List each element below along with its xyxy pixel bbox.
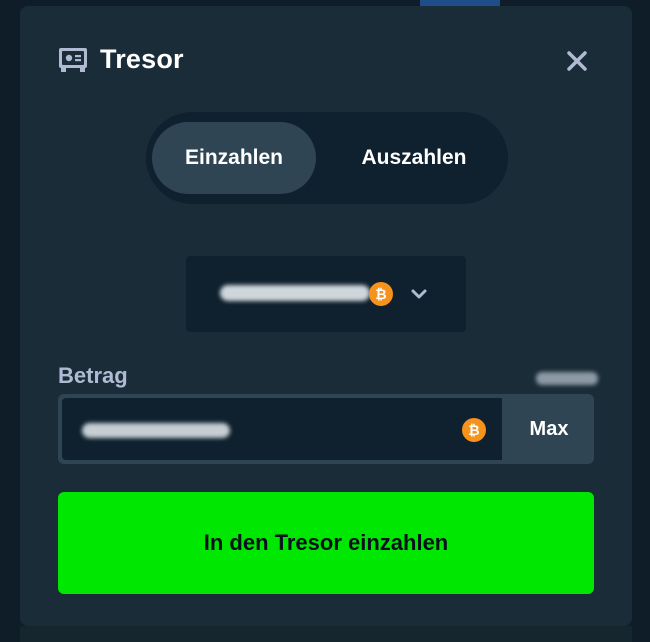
bitcoin-icon: ₿ xyxy=(369,282,393,306)
chevron-down-icon xyxy=(409,284,429,309)
tab-deposit[interactable]: Einzahlen xyxy=(152,122,316,194)
deposit-to-vault-button[interactable]: In den Tresor einzahlen xyxy=(58,492,594,594)
modal-header: Tresor xyxy=(58,44,184,75)
tab-withdraw[interactable]: Auszahlen xyxy=(326,122,502,194)
modal-title: Tresor xyxy=(100,44,184,74)
amount-input[interactable]: ₿ xyxy=(62,398,502,460)
amount-label: Betrag xyxy=(58,363,128,388)
max-button[interactable]: Max xyxy=(504,394,594,464)
currency-balance-value xyxy=(220,285,370,301)
vault-icon xyxy=(58,46,88,74)
bitcoin-icon: ₿ xyxy=(462,418,486,442)
modal-footer xyxy=(20,626,632,642)
close-button[interactable] xyxy=(562,48,592,78)
close-icon xyxy=(566,50,588,77)
vault-modal: Tresor Einzahlen Auszahlen ₿ Betrag ₿ Ma… xyxy=(20,6,632,626)
currency-select[interactable]: ₿ xyxy=(186,256,466,332)
deposit-withdraw-tabs: Einzahlen Auszahlen xyxy=(146,112,508,204)
amount-fiat-value xyxy=(536,372,598,385)
amount-input-value xyxy=(82,423,230,438)
amount-input-group: ₿ Max xyxy=(58,394,594,464)
